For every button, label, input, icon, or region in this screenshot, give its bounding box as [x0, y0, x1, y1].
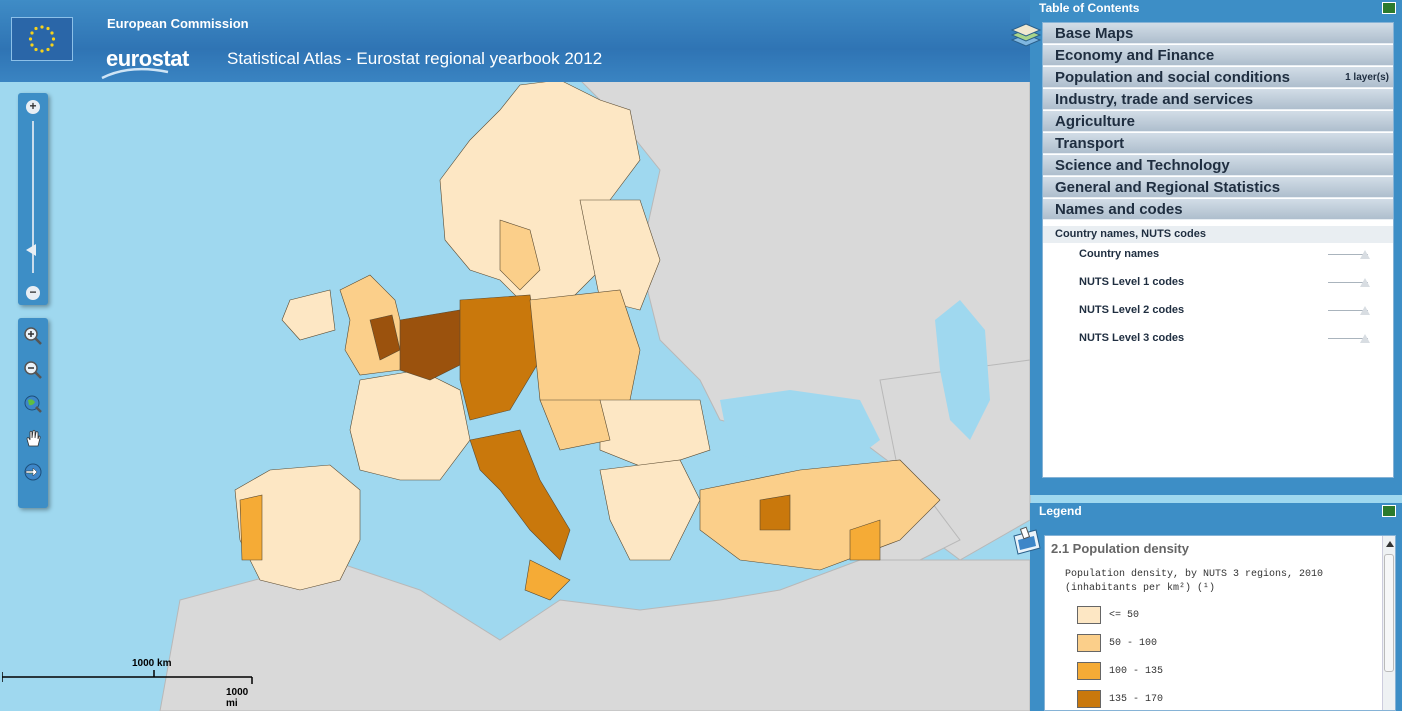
scale-mi-label: 1000 mi — [226, 687, 249, 709]
layer-opacity-slider[interactable] — [1328, 334, 1370, 344]
toc-category-agriculture[interactable]: Agriculture — [1043, 111, 1393, 132]
legend-maximize-icon[interactable] — [1382, 505, 1396, 517]
region-turkey-dense — [759, 494, 791, 531]
toc-maximize-icon[interactable] — [1382, 2, 1396, 14]
legend-scrollbar[interactable] — [1382, 536, 1395, 710]
eurostat-swoosh-icon — [101, 67, 169, 80]
zoom-out-button[interactable]: − — [26, 286, 40, 300]
legend-map-icon — [1013, 526, 1041, 555]
layer-opacity-slider[interactable] — [1328, 306, 1370, 316]
layer-opacity-slider[interactable] — [1328, 278, 1370, 288]
legend-class-label: 135 - 170 — [1109, 694, 1164, 705]
layer-country-names[interactable]: Country names — [1079, 248, 1159, 260]
toc-category-label: Agriculture — [1055, 113, 1136, 130]
eu-flag-logo — [11, 17, 73, 61]
toc-category-base-maps[interactable]: Base Maps — [1043, 23, 1393, 44]
toc-category-label: General and Regional Statistics — [1055, 179, 1281, 196]
layers-stack-icon — [1010, 23, 1042, 47]
table-of-contents-panel: Table of Contents Base Maps Economy and … — [1030, 0, 1402, 495]
layer-count-badge: 1 layer(s) — [1345, 72, 1389, 83]
legend-body: 2.1 Population density Population densit… — [1044, 535, 1396, 711]
toc-category-industry[interactable]: Industry, trade and services — [1043, 89, 1393, 110]
toc-category-label: Base Maps — [1055, 25, 1134, 42]
legend-layer-title: 2.1 Population density — [1051, 541, 1189, 556]
previous-extent-icon[interactable] — [23, 462, 43, 482]
toc-category-label: Science and Technology — [1055, 157, 1230, 174]
zoom-slider-thumb[interactable] — [26, 244, 36, 257]
layer-nuts1-codes[interactable]: NUTS Level 1 codes — [1079, 276, 1184, 288]
pan-hand-icon[interactable] — [23, 428, 43, 448]
toc-category-label: Transport — [1055, 135, 1125, 152]
zoom-slider-panel: + − — [18, 93, 48, 305]
zoom-out-tool-icon[interactable] — [23, 360, 43, 380]
zoom-in-tool-icon[interactable] — [23, 326, 43, 346]
toc-category-general[interactable]: General and Regional Statistics — [1043, 177, 1393, 198]
legend-swatch — [1077, 606, 1101, 624]
toc-category-economy[interactable]: Economy and Finance — [1043, 45, 1393, 66]
legend-class-label: <= 50 — [1109, 610, 1140, 621]
region-poland — [529, 289, 641, 411]
toc-subgroup-header[interactable]: Country names, NUTS codes — [1043, 226, 1393, 243]
navigation-tools-panel — [18, 318, 48, 508]
zoom-in-button[interactable]: + — [26, 100, 40, 114]
legend-swatch — [1077, 634, 1101, 652]
region-portugal-coast — [239, 494, 263, 561]
full-extent-globe-icon[interactable] — [23, 394, 43, 414]
legend-panel: Legend 2.1 Population density Population… — [1030, 503, 1402, 711]
legend-class-label: 50 - 100 — [1109, 638, 1158, 649]
organization-name: European Commission — [107, 16, 249, 31]
toc-category-names-codes[interactable]: Names and codes — [1043, 199, 1393, 220]
scale-km-label: 1000 km — [132, 658, 172, 669]
region-france — [349, 369, 471, 481]
legend-swatch — [1077, 662, 1101, 680]
layer-opacity-slider[interactable] — [1328, 250, 1370, 260]
atlas-app: European Commission eurostat Statistical… — [0, 0, 1402, 711]
toc-body: Base Maps Economy and Finance Population… — [1042, 22, 1394, 478]
toc-category-label: Names and codes — [1055, 201, 1183, 218]
layer-nuts3-codes[interactable]: NUTS Level 3 codes — [1079, 332, 1184, 344]
scale-bar: 1000 km 1000 mi — [1, 656, 262, 709]
app-title: Statistical Atlas - Eurostat regional ye… — [227, 49, 603, 68]
layer-nuts2-codes[interactable]: NUTS Level 2 codes — [1079, 304, 1184, 316]
toc-category-population[interactable]: Population and social conditions 1 layer… — [1043, 67, 1393, 88]
legend-description: Population density, by NUTS 3 regions, 2… — [1065, 569, 1324, 594]
toc-category-label: Economy and Finance — [1055, 47, 1215, 64]
toc-category-science[interactable]: Science and Technology — [1043, 155, 1393, 176]
app-header: European Commission eurostat Statistical… — [0, 0, 1030, 82]
legend-class-label: 100 - 135 — [1109, 666, 1164, 677]
toc-category-transport[interactable]: Transport — [1043, 133, 1393, 154]
legend-title: Legend — [1039, 504, 1082, 518]
scroll-up-arrow-icon[interactable] — [1386, 541, 1394, 547]
toc-category-label: Population and social conditions — [1055, 69, 1291, 86]
toc-category-label: Industry, trade and services — [1055, 91, 1254, 108]
legend-swatch — [1077, 690, 1101, 708]
scroll-thumb[interactable] — [1384, 554, 1394, 672]
toc-title: Table of Contents — [1039, 1, 1140, 15]
